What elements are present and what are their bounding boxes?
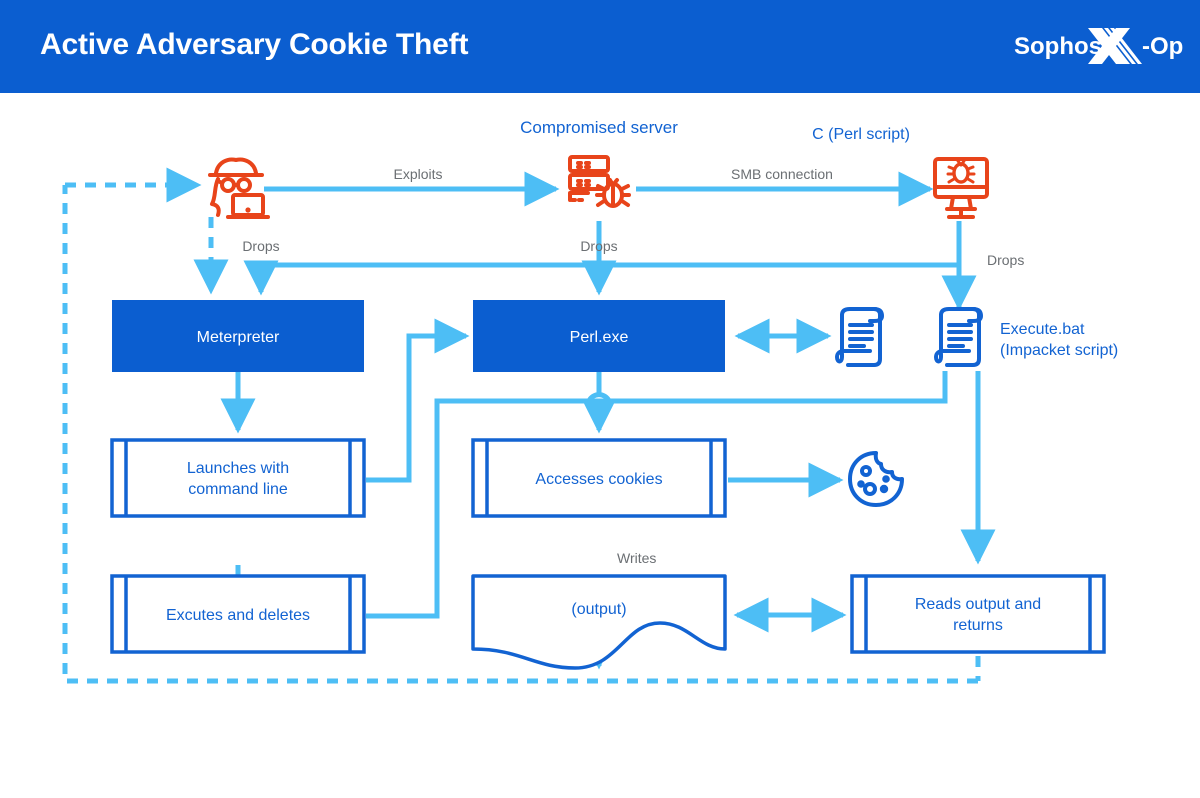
edge-label-exploits: Exploits: [393, 166, 442, 182]
edge-drops-host-bus: Drops Drops: [242, 221, 1024, 296]
label-reads-output-line2: returns: [953, 617, 1003, 634]
node-cookie[interactable]: [848, 451, 904, 507]
edge-label-smb: SMB connection: [731, 166, 833, 182]
edge-label-drops-host: Drops: [987, 252, 1024, 268]
label-executes-and-deletes: Excutes and deletes: [166, 607, 310, 624]
node-meterpreter[interactable]: Meterpreter: [112, 300, 364, 372]
label-compromised-server: Compromised server: [520, 118, 678, 137]
edge-label-drops-server: Drops: [580, 238, 617, 254]
node-reads-output-and-returns[interactable]: Reads output and returns: [850, 574, 1106, 654]
label-accesses-cookies: Accesses cookies: [535, 471, 662, 488]
node-executes-and-deletes[interactable]: Excutes and deletes: [110, 574, 366, 654]
node-perl-script[interactable]: [835, 307, 884, 367]
edge-launches-to-perl: [366, 318, 470, 483]
label-perl-exe: Perl.exe: [570, 329, 629, 346]
label-execute-bat-line2: (Impacket script): [1000, 342, 1118, 359]
node-output[interactable]: (output): [471, 574, 727, 670]
logo-text-ops: -Ops: [1142, 33, 1184, 60]
node-compromised-server[interactable]: [568, 155, 631, 208]
diagram-canvas: Exploits SMB connection Drops Drops Drop…: [0, 93, 1200, 798]
edge-label-writes: Writes: [617, 550, 656, 566]
node-attacker[interactable]: [208, 157, 270, 219]
label-meterpreter: Meterpreter: [197, 329, 280, 346]
node-accesses-cookies[interactable]: Accesses cookies: [471, 438, 727, 518]
label-launches-line1: Launches with: [187, 460, 289, 477]
label-reads-output-line1: Reads output and: [915, 596, 1041, 613]
node-perl-exe[interactable]: Perl.exe: [473, 300, 725, 372]
sophos-x-ops-logo: Sophos -Ops: [1014, 28, 1184, 64]
node-launches-with-command-line[interactable]: Launches with command line: [110, 438, 366, 518]
label-launches-line2: command line: [188, 481, 288, 498]
edge-label-drops-attacker: Drops: [242, 238, 279, 254]
page-header: Active Adversary Cookie Theft Sophos -Op…: [0, 0, 1200, 93]
edge-executebat-to-perl-bus: [609, 371, 948, 404]
node-execute-bat[interactable]: [934, 307, 983, 367]
edge-exploits: Exploits: [264, 166, 560, 207]
node-victim-host[interactable]: [933, 157, 989, 219]
edge-smb-connection: SMB connection: [636, 166, 934, 207]
label-perl-script: C (Perl script): [812, 126, 910, 143]
page-root: Active Adversary Cookie Theft Sophos -Op…: [0, 0, 1200, 798]
logo-text-sophos: Sophos: [1014, 33, 1102, 60]
page-title: Active Adversary Cookie Theft: [40, 28, 469, 61]
label-output: (output): [571, 601, 626, 618]
edge-drops-server: Drops: [580, 221, 618, 296]
label-execute-bat-line1: Execute.bat: [1000, 321, 1085, 338]
